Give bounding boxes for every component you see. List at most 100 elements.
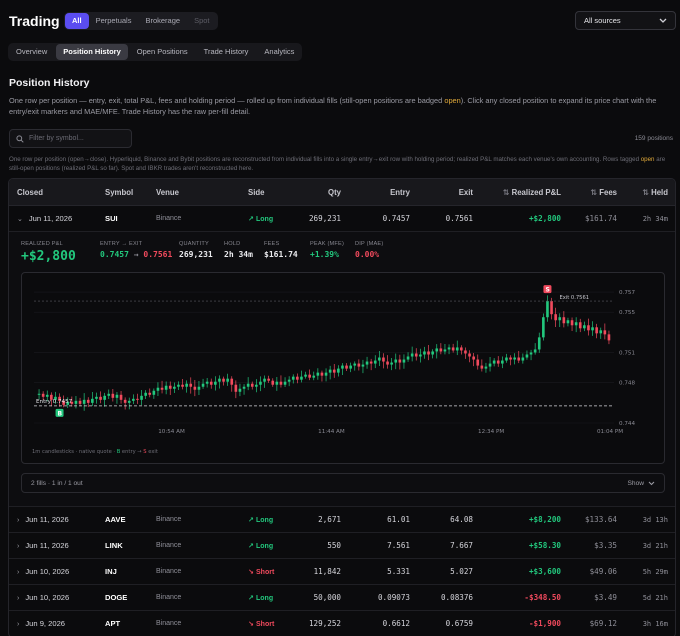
header-exit[interactable]: Exit bbox=[459, 188, 473, 197]
row-qty: 50,000 bbox=[313, 593, 341, 602]
arrow-down-right-icon: ↘ bbox=[248, 569, 254, 576]
row-exit: 64.08 bbox=[450, 515, 473, 524]
candle-body bbox=[513, 357, 516, 360]
row-closed-date: Jun 11, 2026 bbox=[28, 214, 73, 223]
candle-body bbox=[242, 386, 246, 389]
reconstruction-note: One row per position (open→close). Hyper… bbox=[9, 155, 674, 173]
candle-body bbox=[574, 322, 578, 326]
candle-body bbox=[455, 347, 459, 351]
candle-body bbox=[320, 372, 324, 376]
caption-text: 1m candlesticks · native quote · bbox=[32, 449, 117, 455]
chevron-right-icon[interactable]: › bbox=[17, 595, 19, 602]
candle-body bbox=[435, 348, 439, 352]
candle-body bbox=[152, 390, 156, 395]
tab-all[interactable]: All bbox=[65, 13, 89, 29]
header-fees[interactable]: ⇅ Fees bbox=[589, 188, 617, 197]
header-held[interactable]: ⇅ Held bbox=[640, 188, 668, 197]
chevron-right-icon[interactable]: › bbox=[17, 517, 19, 524]
chevron-down-icon[interactable]: ⌄ bbox=[17, 216, 23, 223]
candle-body bbox=[168, 385, 172, 389]
stat-value: 0.7457 → 0.7561 bbox=[100, 250, 172, 259]
candle-body bbox=[271, 380, 275, 385]
tab-analytics[interactable]: Analytics bbox=[257, 44, 301, 60]
row-side-label: Long bbox=[256, 543, 274, 550]
candle-body bbox=[386, 361, 389, 365]
table-row-doge[interactable]: › Jun 10, 2026 DOGE Binance ↗ Long 50,000… bbox=[9, 585, 675, 611]
candle-body bbox=[419, 354, 422, 357]
table-row-sui[interactable]: ⌄ Jun 11, 2026 SUI Binance ↗ Long 269,231… bbox=[9, 206, 675, 232]
header-closed[interactable]: Closed bbox=[17, 188, 43, 197]
table-row-link[interactable]: › Jun 11, 2026 LINK Binance ↗ Long 550 7.… bbox=[9, 533, 675, 559]
table-body: ⌄ Jun 11, 2026 SUI Binance ↗ Long 269,231… bbox=[9, 206, 675, 636]
row-closed: › Jun 9, 2026 bbox=[17, 619, 65, 628]
search-input[interactable]: Filter by symbol... bbox=[9, 129, 132, 148]
stat-hold: HOLD 2h 34m bbox=[224, 241, 253, 259]
row-side: ↗ Long bbox=[248, 593, 273, 602]
candle-body bbox=[123, 399, 127, 403]
show-fills-button[interactable]: Show bbox=[628, 480, 656, 487]
candle-body bbox=[357, 363, 361, 367]
fills-summary: 2 fills · 1 in / 1 out bbox=[31, 479, 83, 487]
candle-body bbox=[86, 399, 90, 403]
candle-body bbox=[144, 392, 147, 396]
candle-body bbox=[78, 400, 82, 404]
candle-body bbox=[554, 314, 557, 321]
header-entry[interactable]: Entry bbox=[390, 188, 410, 197]
candle-body bbox=[119, 394, 123, 400]
candle-body bbox=[332, 369, 336, 373]
candle-body bbox=[578, 322, 582, 329]
row-entry: 0.09073 bbox=[377, 593, 410, 602]
stat-quantity: QUANTITY 269,231 bbox=[179, 241, 213, 259]
candle-body bbox=[562, 317, 566, 324]
table-row-apt[interactable]: › Jun 9, 2026 APT Binance ↘ Short 129,252… bbox=[9, 611, 675, 636]
candle-body bbox=[226, 378, 229, 382]
tab-perpetuals[interactable]: Perpetuals bbox=[89, 13, 139, 29]
table-row-inj[interactable]: › Jun 10, 2026 INJ Binance ↘ Short 11,842… bbox=[9, 559, 675, 585]
candle-body bbox=[263, 378, 266, 382]
source-select[interactable]: All sources bbox=[575, 11, 676, 30]
tab-open-positions[interactable]: Open Positions bbox=[130, 44, 195, 60]
candle-body bbox=[308, 374, 311, 378]
y-tick-label: 0.755 bbox=[619, 310, 635, 316]
row-venue: Binance bbox=[156, 215, 182, 222]
candle-body bbox=[529, 352, 533, 355]
header-realized-pnl[interactable]: ⇅ Realized P&L bbox=[501, 188, 561, 197]
chevron-right-icon[interactable]: › bbox=[17, 621, 19, 628]
header-held-label: Held bbox=[651, 187, 668, 197]
candle-body bbox=[583, 325, 586, 329]
chevron-right-icon[interactable]: › bbox=[17, 569, 19, 576]
candle-body bbox=[99, 396, 102, 400]
candle-body bbox=[156, 387, 160, 391]
y-tick-label: 0.757 bbox=[619, 290, 635, 296]
stat-dip-mae: DIP (MAE) 0.00% bbox=[355, 241, 383, 259]
header-qty[interactable]: Qty bbox=[328, 188, 341, 197]
tab-spot[interactable]: Spot bbox=[187, 13, 216, 29]
tab-brokerage[interactable]: Brokerage bbox=[138, 13, 187, 29]
header-side[interactable]: Side bbox=[248, 188, 264, 197]
row-realized-pnl: +$8,200 bbox=[528, 515, 561, 524]
candle-body bbox=[185, 383, 188, 387]
candle-body bbox=[95, 396, 98, 399]
sort-icon: ⇅ bbox=[642, 187, 652, 197]
stat-peak-mfe: PEAK (MFE) +1.39% bbox=[310, 241, 344, 259]
table-row-aave[interactable]: › Jun 11, 2026 AAVE Binance ↗ Long 2,671 … bbox=[9, 507, 675, 533]
position-count: 159 positions bbox=[634, 135, 673, 142]
header-pnl-label: Realized P&L bbox=[511, 187, 561, 197]
tab-overview[interactable]: Overview bbox=[9, 44, 54, 60]
candle-body bbox=[222, 378, 225, 382]
row-closed-date: Jun 10, 2026 bbox=[25, 593, 70, 602]
tab-trade-history[interactable]: Trade History bbox=[197, 44, 256, 60]
row-entry: 5.331 bbox=[387, 567, 410, 576]
row-venue: Binance bbox=[156, 568, 182, 575]
tab-position-history[interactable]: Position History bbox=[56, 44, 128, 60]
chevron-right-icon[interactable]: › bbox=[17, 543, 19, 550]
header-venue[interactable]: Venue bbox=[156, 188, 179, 197]
candle-body bbox=[148, 392, 152, 395]
row-closed-date: Jun 11, 2026 bbox=[25, 541, 69, 550]
candle-body bbox=[365, 361, 369, 365]
candle-body bbox=[566, 320, 570, 324]
header-symbol[interactable]: Symbol bbox=[105, 188, 133, 197]
row-symbol: INJ bbox=[105, 567, 117, 576]
candle-body bbox=[296, 376, 299, 380]
caption-text: exit bbox=[147, 449, 158, 455]
